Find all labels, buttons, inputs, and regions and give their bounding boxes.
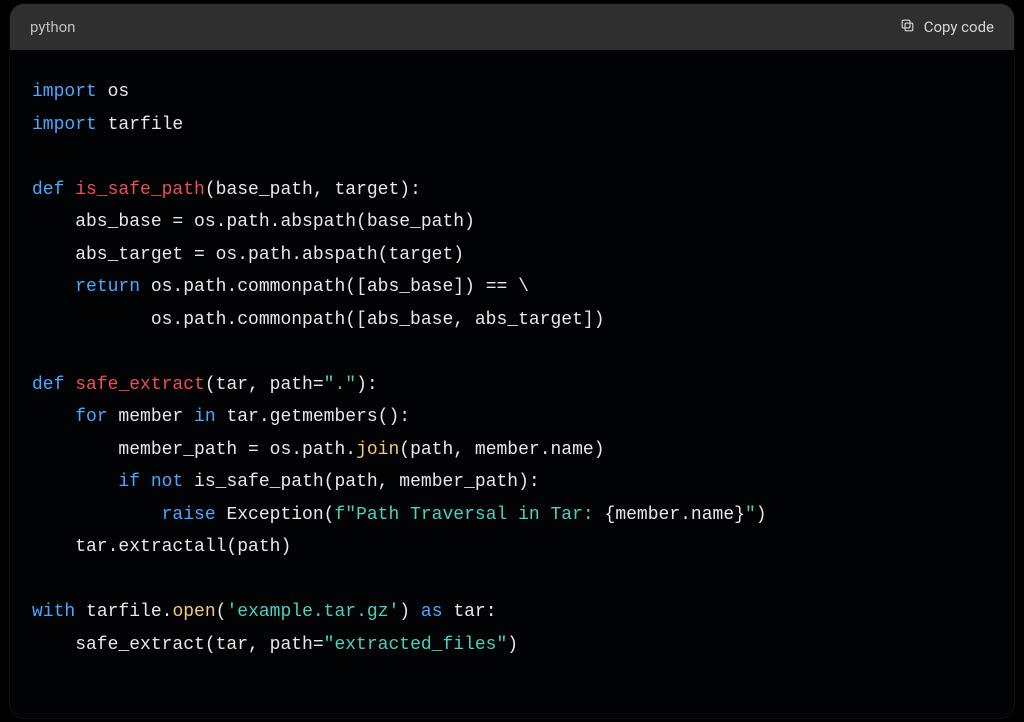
- code-token: ".": [324, 375, 356, 395]
- code-token: return: [75, 277, 140, 297]
- code-token: [32, 277, 75, 297]
- code-token: {member.name}: [605, 505, 745, 525]
- code-token: os: [97, 82, 129, 102]
- code-token: as: [421, 602, 443, 622]
- copy-icon: [899, 17, 916, 38]
- code-content: import os import tarfile def is_safe_pat…: [10, 50, 1014, 683]
- code-token: tar.extractall(path): [32, 537, 291, 557]
- code-token: tar.getmembers():: [216, 407, 410, 427]
- code-token: (base_path, target):: [205, 180, 421, 200]
- code-token: join: [356, 440, 399, 460]
- code-token: not: [151, 472, 183, 492]
- code-token: member: [108, 407, 194, 427]
- code-token: "extracted_files": [324, 635, 508, 655]
- code-token: abs_base = os.path.abspath(base_path): [32, 212, 475, 232]
- code-token: ): [399, 602, 421, 622]
- code-token: import: [32, 115, 97, 135]
- code-token: raise: [162, 505, 216, 525]
- code-token: 'example.tar.gz': [226, 602, 399, 622]
- code-token: [140, 472, 151, 492]
- code-block: python Copy code import os import tarfil…: [10, 4, 1014, 718]
- code-token: safe_extract: [75, 375, 205, 395]
- code-token: (path, member.name): [399, 440, 604, 460]
- code-token: def: [32, 375, 75, 395]
- code-token: os.path.commonpath([abs_base]) == \: [140, 277, 529, 297]
- code-token: f"Path Traversal in Tar:: [334, 505, 604, 525]
- code-token: tarfile.: [75, 602, 172, 622]
- code-token: if: [118, 472, 140, 492]
- code-token: ": [745, 505, 756, 525]
- code-token: ):: [356, 375, 378, 395]
- code-token: os.path.commonpath([abs_base, abs_target…: [32, 310, 605, 330]
- code-token: member_path = os.path.: [32, 440, 356, 460]
- code-token: (tar, path=: [205, 375, 324, 395]
- code-token: (: [216, 602, 227, 622]
- code-token: [32, 472, 118, 492]
- code-token: [32, 407, 75, 427]
- code-token: import: [32, 82, 97, 102]
- code-token: is_safe_path(path, member_path):: [183, 472, 539, 492]
- code-token: Exception(: [216, 505, 335, 525]
- code-token: [32, 505, 162, 525]
- code-token: in: [194, 407, 216, 427]
- code-token: is_safe_path: [75, 180, 205, 200]
- code-token: tarfile: [97, 115, 183, 135]
- code-token: tar:: [443, 602, 497, 622]
- copy-code-button[interactable]: Copy code: [899, 17, 994, 38]
- code-token: def: [32, 180, 75, 200]
- code-token: safe_extract(tar, path=: [32, 635, 324, 655]
- code-token: ): [756, 505, 767, 525]
- code-token: abs_target = os.path.abspath(target): [32, 245, 464, 265]
- code-token: with: [32, 602, 75, 622]
- code-token: for: [75, 407, 107, 427]
- language-label: python: [30, 18, 75, 36]
- code-token: ): [507, 635, 518, 655]
- code-block-header: python Copy code: [10, 4, 1014, 50]
- code-token: open: [172, 602, 215, 622]
- copy-code-label: Copy code: [924, 18, 994, 36]
